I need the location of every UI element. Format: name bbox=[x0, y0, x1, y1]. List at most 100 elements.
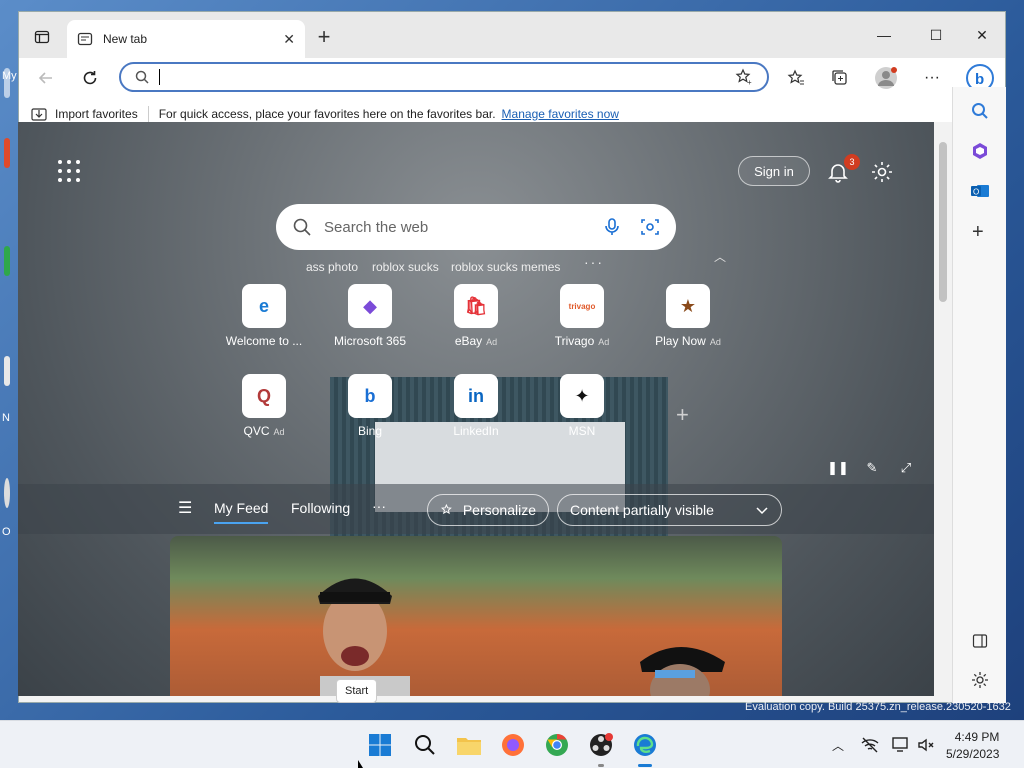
quick-link-label: Welcome to ... bbox=[214, 334, 314, 348]
quick-link-tile[interactable]: Q QVC Ad bbox=[214, 374, 314, 438]
new-tab-button[interactable]: + bbox=[311, 24, 337, 50]
add-favorite-icon[interactable]: + bbox=[735, 68, 753, 86]
collections-button[interactable] bbox=[825, 64, 855, 92]
quick-link-tile[interactable]: ◆ Microsoft 365 bbox=[320, 284, 420, 348]
sidebar-settings-gear-icon[interactable] bbox=[971, 671, 989, 689]
page-scrollbar[interactable] bbox=[934, 122, 952, 702]
web-search-box[interactable]: Search the web bbox=[276, 204, 676, 250]
desktop-icon-2[interactable] bbox=[4, 138, 10, 168]
search-suggestion[interactable]: roblox sucks memes bbox=[451, 260, 560, 274]
sign-in-button[interactable]: Sign in bbox=[738, 156, 810, 186]
volume-muted-icon[interactable] bbox=[916, 735, 936, 755]
address-bar[interactable]: + bbox=[119, 62, 769, 92]
pause-background-button[interactable]: ❚❚ bbox=[827, 458, 849, 478]
sidebar-split-screen-icon[interactable] bbox=[972, 633, 988, 649]
taskbar-search-button[interactable] bbox=[411, 731, 439, 759]
search-icon bbox=[293, 218, 311, 236]
address-input[interactable] bbox=[170, 69, 735, 85]
folder-icon bbox=[457, 738, 481, 755]
visual-search-icon[interactable] bbox=[640, 217, 660, 237]
chrome-icon bbox=[546, 734, 568, 756]
desktop-label-2: N bbox=[2, 412, 10, 424]
quick-link-name: LinkedIn bbox=[453, 424, 499, 438]
ad-badge: Ad bbox=[273, 427, 285, 437]
favbar-divider bbox=[147, 105, 149, 122]
desktop-icon-3[interactable] bbox=[4, 246, 10, 276]
import-favorites-link[interactable]: Import favorites bbox=[55, 107, 138, 121]
tab-new-tab[interactable]: New tab ✕ bbox=[67, 20, 305, 58]
import-favorites-icon[interactable] bbox=[31, 107, 47, 121]
search-suggestion[interactable]: ass photo bbox=[306, 260, 358, 274]
expand-background-icon[interactable]: ⤢ bbox=[896, 458, 916, 478]
quick-link-name: Play Now bbox=[655, 334, 706, 348]
quick-link-name: Microsoft 365 bbox=[333, 334, 407, 348]
feed-more-button[interactable]: ··· bbox=[372, 498, 386, 514]
microphone-icon[interactable] bbox=[602, 217, 622, 237]
quick-link-label: QVC Ad bbox=[214, 424, 314, 438]
favorites-button[interactable] bbox=[781, 64, 811, 92]
manage-favorites-link[interactable]: Manage favorites now bbox=[502, 107, 619, 121]
profile-button[interactable] bbox=[871, 64, 901, 92]
customize-background-icon[interactable]: ✎ bbox=[862, 458, 882, 478]
minimize-button[interactable]: — bbox=[861, 20, 907, 50]
quick-link-tile[interactable]: 🛍 eBay Ad bbox=[426, 284, 526, 348]
tab-my-feed[interactable]: My Feed bbox=[214, 500, 269, 524]
search-suggestion[interactable]: roblox sucks bbox=[372, 260, 439, 274]
quick-link-tile[interactable]: in LinkedIn bbox=[426, 374, 526, 438]
display-icon[interactable] bbox=[891, 735, 911, 755]
back-button[interactable] bbox=[31, 64, 61, 92]
start-button[interactable] bbox=[366, 731, 394, 759]
refresh-icon bbox=[83, 71, 97, 85]
tab-actions-button[interactable] bbox=[27, 24, 57, 50]
add-quick-link-button[interactable]: + bbox=[676, 402, 689, 428]
sidebar-outlook-icon[interactable]: O bbox=[970, 181, 990, 201]
quick-link-tile[interactable]: trivago Trivago Ad bbox=[532, 284, 632, 348]
ad-badge: Ad bbox=[709, 337, 721, 347]
content-visibility-dropdown[interactable]: Content partially visible bbox=[557, 494, 782, 526]
quick-link-tile[interactable]: e Welcome to ... bbox=[214, 284, 314, 348]
collapse-chevron-up-icon[interactable]: ︿ bbox=[714, 248, 726, 265]
close-tab-icon[interactable]: ✕ bbox=[283, 31, 295, 48]
system-clock[interactable]: 4:49 PM 5/29/2023 bbox=[946, 729, 999, 763]
edge-icon: e bbox=[242, 284, 286, 328]
quick-link-tile[interactable]: ★ Play Now Ad bbox=[638, 284, 738, 348]
show-hidden-icons-chevron[interactable]: ︿ bbox=[828, 735, 848, 755]
suggestions-more-button[interactable]: ··· bbox=[584, 254, 604, 270]
sidebar-search-icon[interactable] bbox=[970, 101, 990, 121]
personalize-button[interactable]: Personalize bbox=[427, 494, 549, 526]
network-icon[interactable] bbox=[860, 735, 880, 755]
maximize-button[interactable]: ☐ bbox=[913, 20, 959, 50]
app-launcher-icon[interactable] bbox=[58, 160, 80, 182]
quick-link-label: Play Now Ad bbox=[638, 334, 738, 348]
quick-link-tile[interactable]: b Bing bbox=[320, 374, 420, 438]
quick-link-name: eBay bbox=[454, 334, 483, 348]
feed-menu-icon[interactable]: ☰ bbox=[178, 498, 192, 518]
file-explorer-button[interactable] bbox=[455, 731, 483, 759]
feed-article-card[interactable] bbox=[170, 536, 782, 696]
quick-link-name: MSN bbox=[568, 424, 596, 438]
desktop-icon-4[interactable] bbox=[4, 356, 10, 386]
tab-following[interactable]: Following bbox=[291, 500, 350, 516]
chrome-button[interactable] bbox=[543, 731, 571, 759]
quick-link-label: Bing bbox=[320, 424, 420, 438]
edge-button[interactable] bbox=[631, 731, 659, 759]
quick-link-tile[interactable]: ✦ MSN bbox=[532, 374, 632, 438]
page-settings-gear-icon[interactable] bbox=[870, 160, 894, 184]
refresh-button[interactable] bbox=[75, 64, 105, 92]
quick-link-label: Microsoft 365 bbox=[320, 334, 420, 348]
desktop-icon-5[interactable] bbox=[4, 478, 10, 508]
ebay-icon: 🛍 bbox=[454, 284, 498, 328]
sidebar-m365-icon[interactable] bbox=[970, 141, 990, 161]
sidebar-add-button[interactable]: + bbox=[972, 221, 984, 244]
settings-more-button[interactable]: ··· bbox=[917, 64, 947, 92]
obs-button[interactable] bbox=[587, 731, 615, 759]
new-tab-page-icon bbox=[77, 32, 93, 46]
firefox-button[interactable] bbox=[499, 731, 527, 759]
close-window-button[interactable]: ✕ bbox=[959, 20, 1005, 50]
windows-logo-icon bbox=[369, 734, 391, 756]
quick-link-label: Trivago Ad bbox=[532, 334, 632, 348]
navigation-toolbar: + ··· b bbox=[19, 58, 1005, 98]
scrollbar-thumb[interactable] bbox=[939, 142, 947, 302]
text-caret bbox=[159, 69, 160, 85]
desktop-label-1: My bbox=[2, 70, 17, 82]
